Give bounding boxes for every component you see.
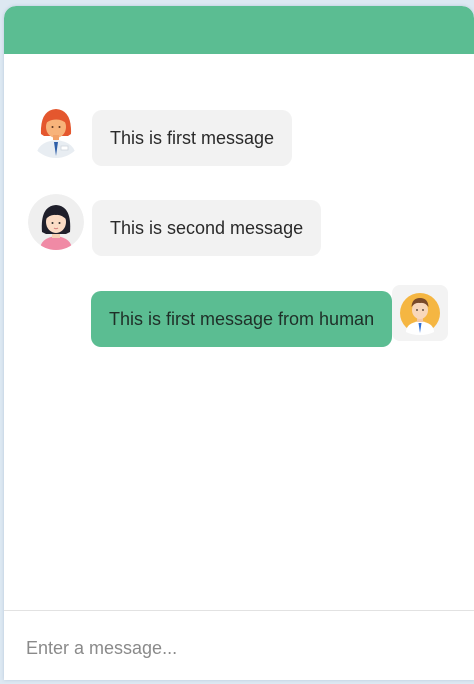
chat-header [4, 6, 474, 54]
woman-black-hair-icon [28, 194, 84, 250]
message-input-bar [4, 610, 474, 680]
message-bubble-human: This is first message from human [91, 291, 392, 347]
man-avatar-icon [392, 285, 448, 341]
message-bubble: This is first message [92, 110, 293, 166]
message-bubble: This is second message [92, 200, 322, 256]
woman-orange-hair-icon [28, 102, 84, 158]
chat-window: This is first message This is second mes… [4, 6, 474, 680]
message-input[interactable] [26, 629, 446, 667]
message-list[interactable]: This is first message This is second mes… [4, 54, 474, 610]
